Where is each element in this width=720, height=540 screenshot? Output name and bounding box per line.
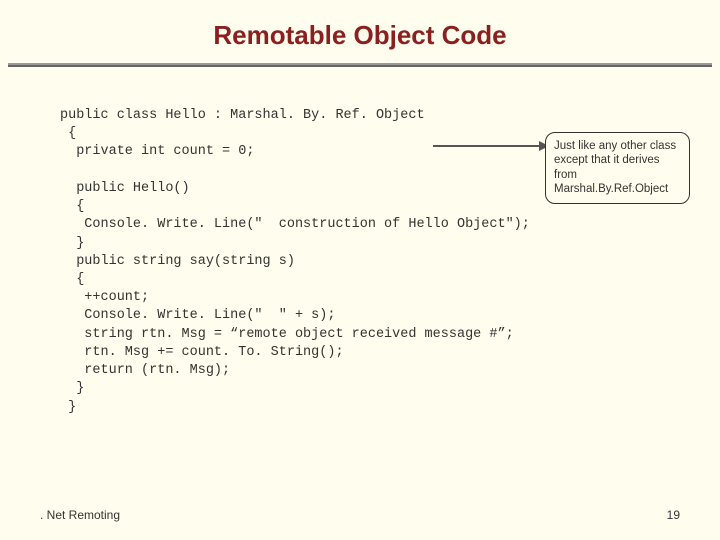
code-block: public class Hello : Marshal. By. Ref. O…	[0, 67, 720, 417]
footer-left: . Net Remoting	[40, 508, 120, 522]
footer-right: 19	[667, 508, 680, 522]
page-title: Remotable Object Code	[0, 0, 720, 63]
callout-arrow	[433, 145, 548, 147]
footer: . Net Remoting 19	[40, 508, 680, 522]
callout-box: Just like any other class except that it…	[545, 132, 690, 204]
